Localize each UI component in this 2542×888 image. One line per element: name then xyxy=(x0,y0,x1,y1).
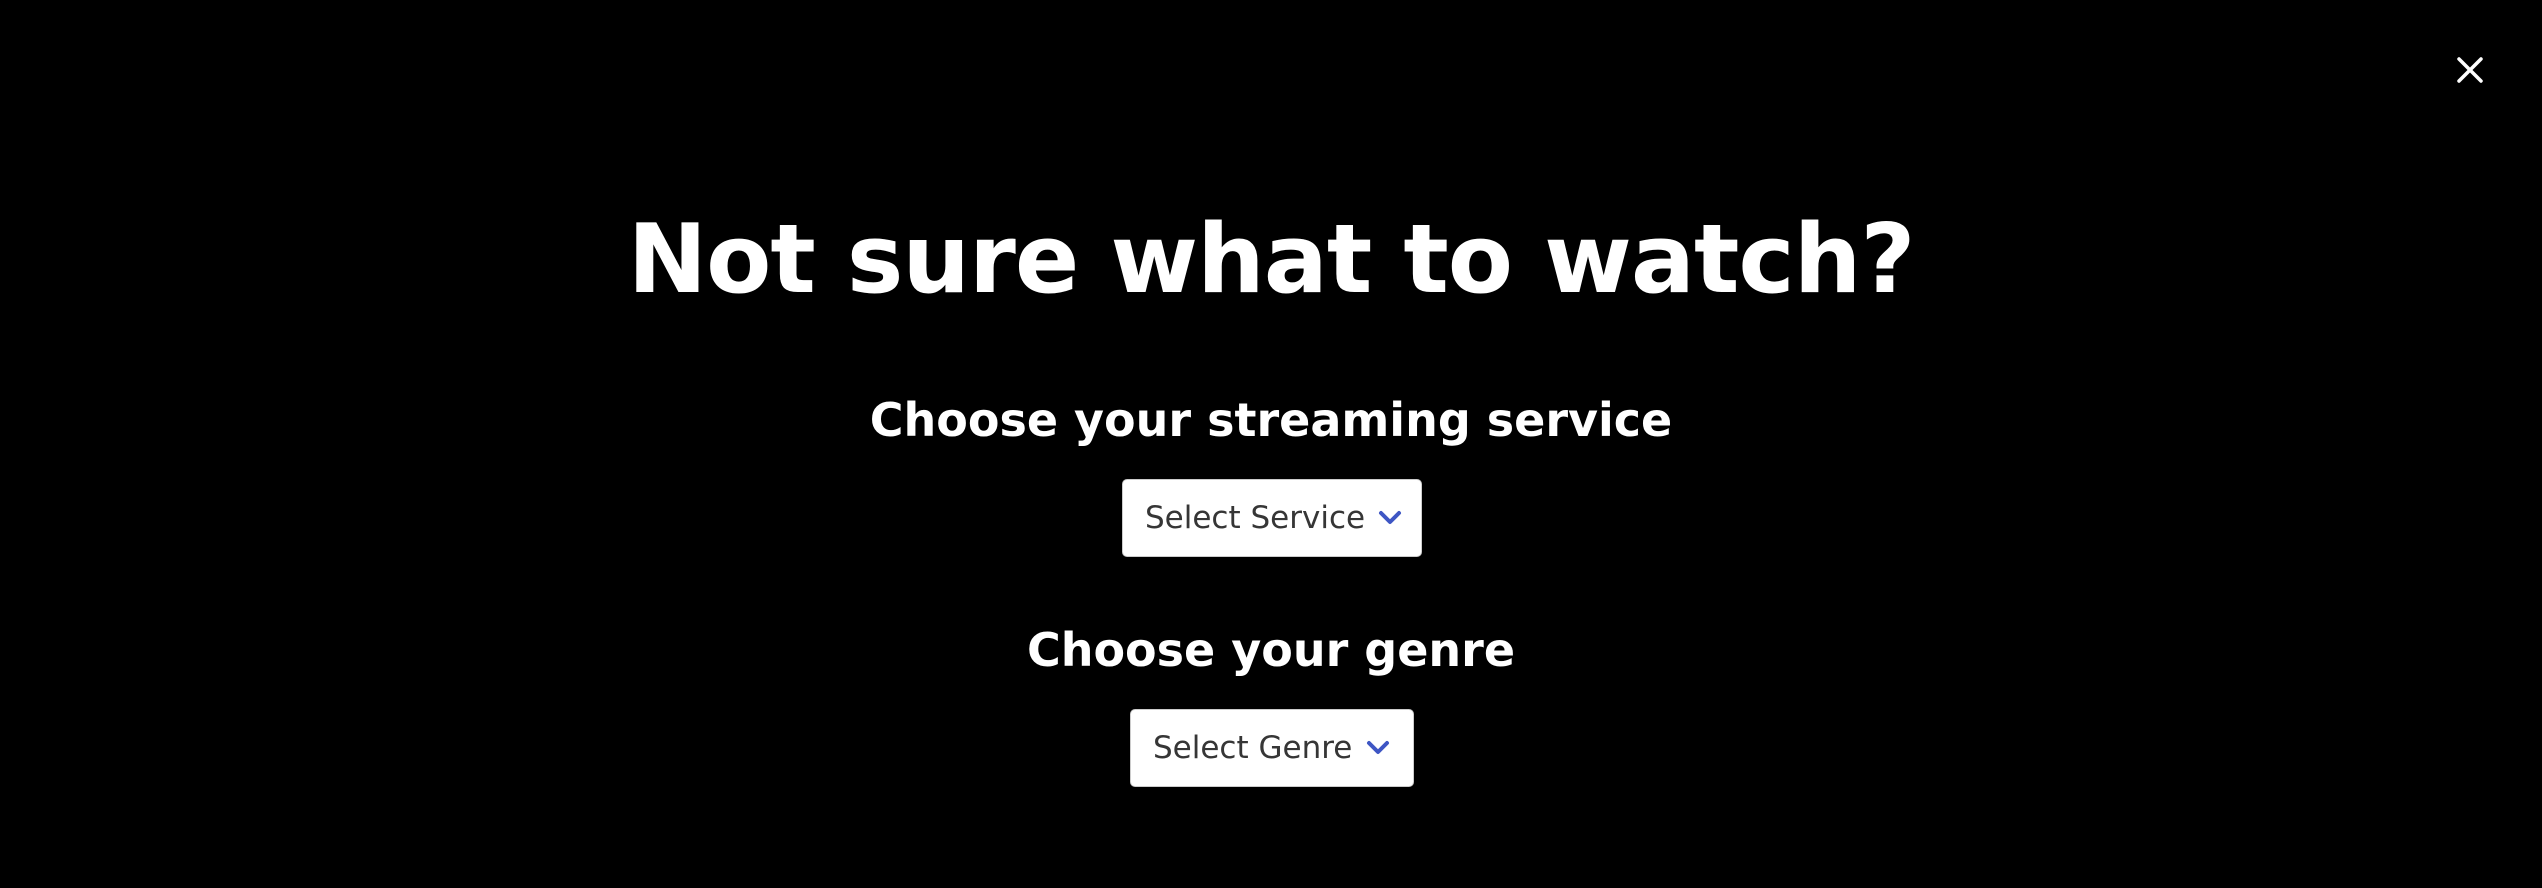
genre-select-value: Select Genre xyxy=(1153,730,1353,766)
streaming-service-label: Choose your streaming service xyxy=(869,393,1673,447)
genre-select[interactable]: Select Genre xyxy=(1130,709,1414,787)
streaming-service-select-value: Select Service xyxy=(1145,500,1366,536)
chevron-down-icon xyxy=(1377,508,1403,528)
close-button[interactable] xyxy=(2452,52,2488,88)
recommendation-modal: Not sure what to watch? Choose your stre… xyxy=(0,0,2542,888)
close-icon[interactable] xyxy=(2455,55,2485,85)
genre-label: Choose your genre xyxy=(1026,623,1516,677)
chevron-down-icon xyxy=(1364,738,1391,758)
streaming-service-select[interactable]: Select Service xyxy=(1122,479,1422,557)
page-title: Not sure what to watch? xyxy=(627,205,1916,315)
